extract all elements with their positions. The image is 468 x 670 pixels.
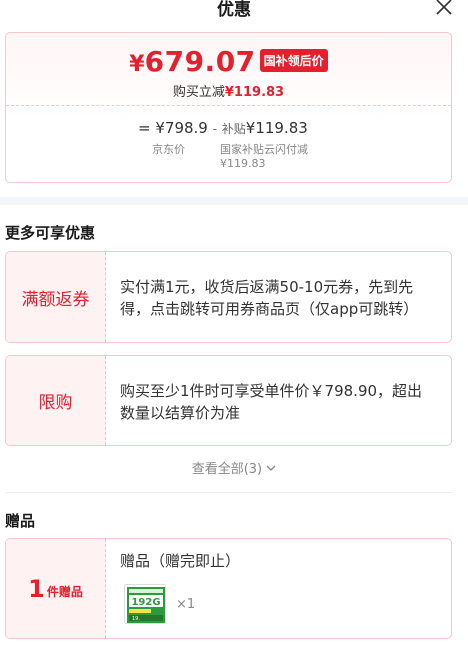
gift-section-title: 赠品 [5, 512, 36, 530]
original-price: ¥798.9 [155, 119, 208, 137]
see-all-label: 查看全部(3) [191, 462, 263, 477]
gift-name: 赠品（赠完即止） [120, 552, 241, 570]
divider [5, 492, 452, 493]
price-calculation: = ¥798.9 - 补贴¥119.83 [138, 119, 308, 137]
final-price: ¥679.07 国补领后价 [6, 45, 451, 78]
gift-quantity: ×1 [176, 597, 196, 612]
chevron-down-icon [266, 465, 276, 471]
subsidy-label: 补贴 [221, 122, 246, 136]
close-icon[interactable] [434, 0, 454, 17]
dashed-divider [6, 105, 451, 106]
price-summary-card: ¥679.07 国补领后价 购买立减¥119.83 = ¥798.9 - 补贴¥1… [5, 32, 452, 183]
svg-text:19.: 19. [132, 616, 140, 622]
currency-symbol: ¥ [129, 52, 145, 77]
price-tag-badge: 国补领后价 [259, 49, 328, 72]
gift-thumbnail-image[interactable]: 192G 19. [124, 584, 166, 624]
gift-count-label: 件赠品 [46, 585, 83, 599]
promo-tag: 满额返券 [6, 252, 106, 342]
discount-line: 购买立减¥119.83 [6, 81, 451, 100]
subsidy-desc-text: 国家补贴云闪付减 [220, 143, 308, 156]
promo-tag: 限购 [6, 356, 106, 445]
promo-card-limit[interactable]: 限购 购买至少1件时可享受单件价￥798.90，超出数量以结算价为准 [5, 355, 452, 446]
subsidy-description: 国家补贴云闪付减 ¥119.83 [220, 143, 308, 171]
promo-text: 实付满1元，收货后返满50-10元券，先到先得，点击跳转可用券商品页（仅app可… [120, 278, 419, 318]
subsidy-value: ¥119.83 [245, 119, 308, 137]
gift-count: 1 [28, 574, 45, 603]
equals-sign: = [138, 119, 151, 137]
modal-header: 优惠 [0, 0, 468, 20]
promo-text: 购买至少1件时可享受单件价￥798.90，超出数量以结算价为准 [120, 382, 423, 422]
modal-title: 优惠 [217, 0, 251, 20]
section-separator [0, 197, 468, 205]
subsidy-desc-value: ¥119.83 [220, 157, 266, 170]
discount-value: ¥119.83 [224, 85, 285, 100]
more-promos-title: 更多可享优惠 [5, 224, 96, 242]
minus-sign: - [212, 122, 217, 136]
original-price-label: 京东价 [152, 143, 185, 156]
see-all-button[interactable]: 查看全部(3) [0, 458, 468, 477]
price-amount: 679.07 [144, 45, 256, 78]
discount-prefix: 购买立减 [172, 85, 225, 100]
gift-thumb-label: 192G [131, 597, 160, 608]
promo-card-coupon[interactable]: 满额返券 实付满1元，收货后返满50-10元券，先到先得，点击跳转可用券商品页（… [5, 251, 452, 343]
gift-count-tag: 1 件赠品 [6, 539, 106, 638]
gift-card[interactable]: 1 件赠品 赠品（赠完即止） 192G 19. ×1 [5, 538, 452, 639]
